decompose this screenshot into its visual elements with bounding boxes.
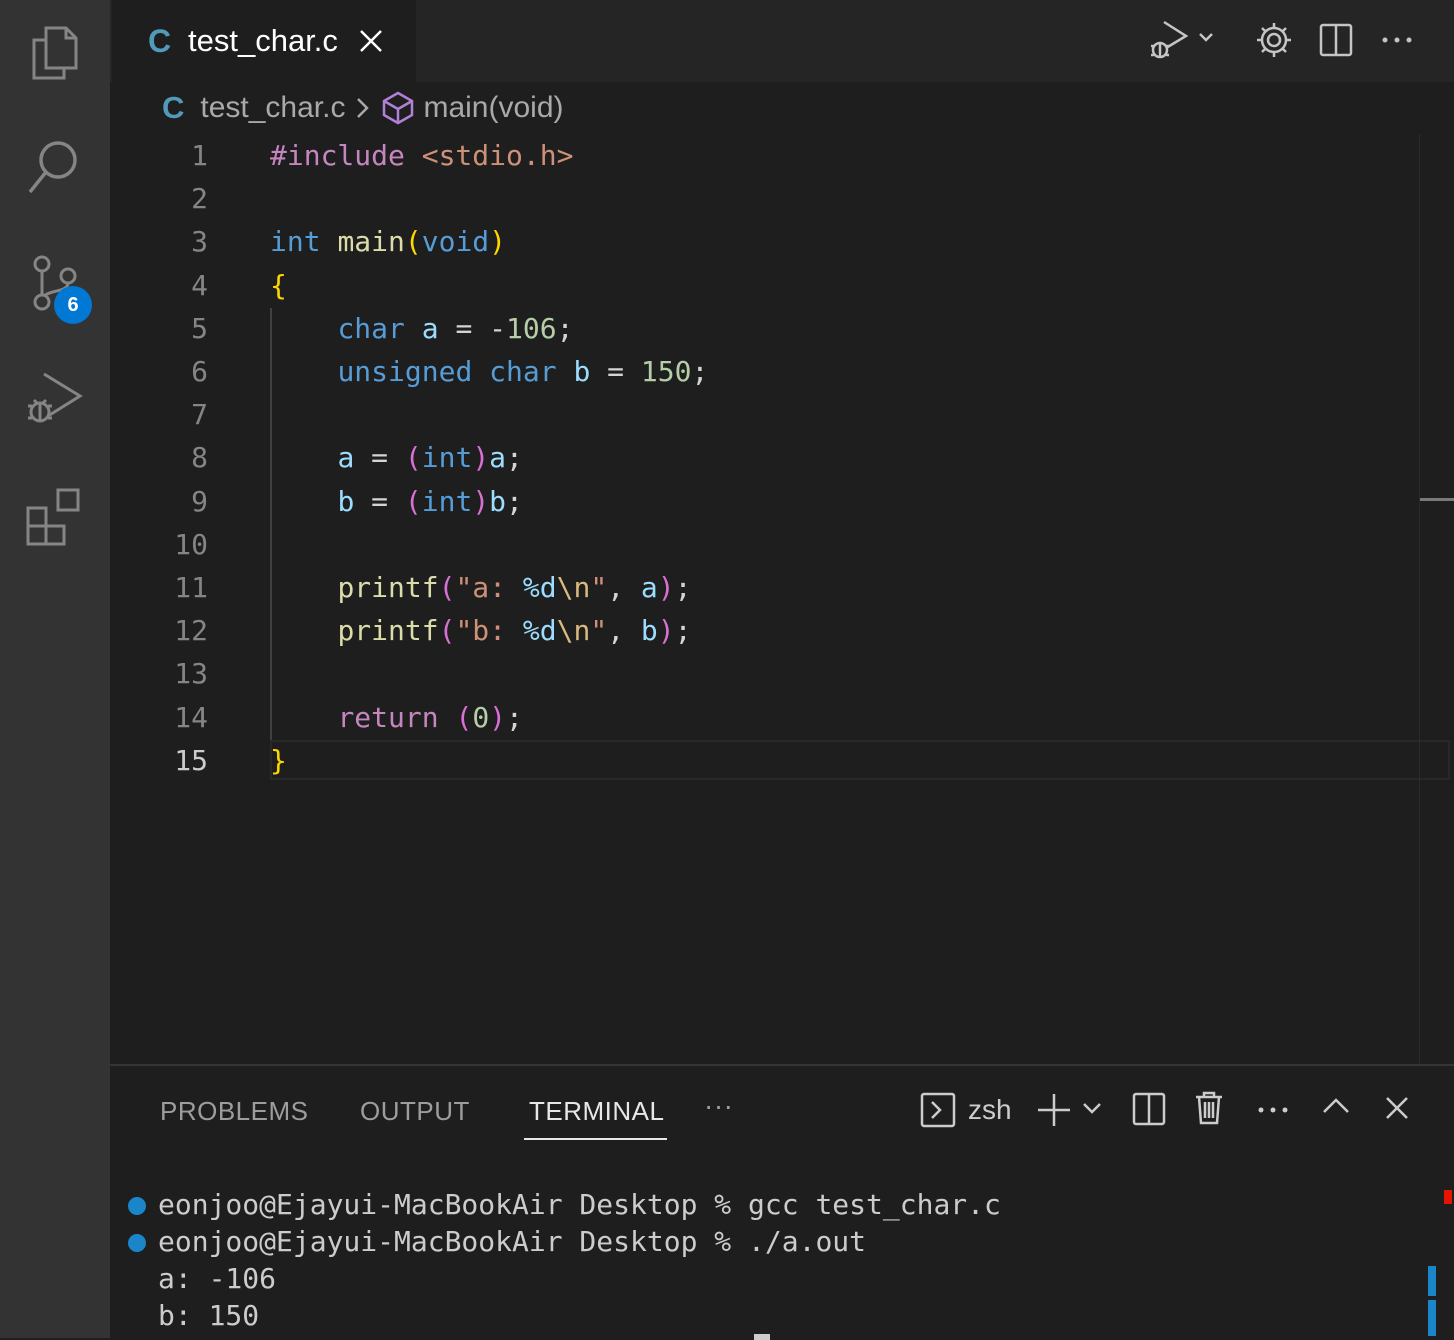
line-content: char a = -106;	[337, 312, 574, 345]
breadcrumb-file[interactable]: test_char.c	[200, 91, 345, 125]
code-line: 14 return (0);	[110, 696, 1420, 739]
terminal-line: eonjoo@Ejayui-MacBookAir Desktop % gcc t…	[128, 1188, 1001, 1225]
split-editor-icon[interactable]	[1318, 22, 1354, 58]
code-line: 9 b = (int)b;	[110, 480, 1420, 523]
tab-label: test_char.c	[188, 23, 338, 58]
code-line: 6 unsigned char b = 150;	[110, 350, 1420, 393]
c-file-icon: C	[148, 22, 172, 59]
code-line: 1 #include <stdio.h>	[110, 134, 1420, 177]
line-number: 5	[191, 312, 208, 345]
line-content: #include <stdio.h>	[270, 139, 574, 172]
line-content: a = (int)a;	[337, 441, 523, 474]
line-number: 4	[191, 269, 208, 302]
line-content: b = (int)b;	[337, 485, 523, 518]
code-line: 2	[110, 177, 1420, 220]
line-number: 15	[174, 744, 208, 777]
terminal-line-text: a: -106	[158, 1262, 277, 1295]
line-number: 6	[191, 355, 208, 388]
scroll-marker	[1420, 498, 1454, 501]
terminal-line: eonjoo@Ejayui-MacBookAir Desktop % ./a.o…	[128, 1225, 867, 1262]
close-icon[interactable]	[358, 28, 384, 54]
code-line: 12 printf("b: %d\n", b);	[110, 609, 1420, 652]
terminal-line-text: eonjoo@Ejayui-MacBookAir Desktop % gcc t…	[158, 1188, 1001, 1221]
activity-bar: 6	[0, 0, 110, 1338]
code-line: 11 printf("a: %d\n", a);	[110, 566, 1420, 609]
line-content: {	[270, 269, 287, 302]
scrollbar-marker	[1428, 1266, 1436, 1296]
terminal-line: b: 150	[158, 1299, 259, 1336]
terminal-shell-name[interactable]: zsh	[968, 1094, 1012, 1126]
c-file-icon: C	[162, 90, 185, 125]
code-line: 4{	[110, 264, 1420, 307]
scrollbar-error-marker	[1444, 1190, 1452, 1204]
line-number: 12	[174, 614, 208, 647]
chevron-right-icon	[353, 95, 373, 121]
terminal-line-text: eonjoo@Ejayui-MacBookAir Desktop % ./a.o…	[158, 1225, 867, 1258]
terminal-cursor	[754, 1334, 770, 1340]
line-number: 8	[191, 441, 208, 474]
breadcrumb: C test_char.c main(void)	[110, 82, 1454, 134]
line-number: 13	[174, 657, 208, 690]
command-decoration	[128, 1234, 146, 1252]
code-line: 13	[110, 652, 1420, 695]
terminal-icon	[920, 1092, 956, 1128]
tab-terminal[interactable]: TERMINAL	[529, 1096, 664, 1127]
search-icon[interactable]	[22, 134, 86, 198]
scrollbar-marker	[1428, 1300, 1436, 1336]
line-number: 7	[191, 398, 208, 431]
code-line: 5 char a = -106;	[110, 307, 1420, 350]
line-content: int main(void)	[270, 225, 507, 258]
line-number: 14	[174, 701, 208, 734]
close-panel-icon[interactable]	[1385, 1096, 1409, 1120]
line-number: 10	[174, 528, 208, 561]
tab-problems[interactable]: PROBLEMS	[160, 1096, 309, 1127]
terminal-line-text: b: 150	[158, 1299, 260, 1332]
line-number: 1	[191, 139, 208, 172]
extensions-icon[interactable]	[22, 484, 86, 548]
add-terminal-icon[interactable]	[1036, 1092, 1072, 1128]
symbol-method-icon	[383, 91, 414, 125]
code-editor[interactable]: 1 #include <stdio.h> 2 3 int main(void) 4{…	[110, 134, 1454, 1064]
code-line: 8 a = (int)a;	[110, 436, 1420, 479]
line-number: 9	[191, 485, 208, 518]
command-decoration	[128, 1197, 146, 1215]
more-actions-icon[interactable]	[1256, 1104, 1292, 1116]
editor-scrollbar[interactable]	[1419, 134, 1454, 1064]
split-terminal-icon[interactable]	[1132, 1092, 1166, 1126]
code-line: 15}	[110, 739, 1420, 782]
line-content: printf("b: %d\n", b);	[337, 614, 692, 647]
chevron-down-icon[interactable]	[1082, 1102, 1102, 1116]
bottom-panel: PROBLEMS OUTPUT TERMINAL ··· zsh eonjoo@…	[110, 1064, 1454, 1340]
line-number: 11	[174, 571, 208, 604]
trash-icon[interactable]	[1194, 1090, 1224, 1126]
more-actions-icon[interactable]	[1380, 34, 1416, 46]
terminal-line: a: -106	[158, 1262, 276, 1299]
line-content: unsigned char b = 150;	[337, 355, 709, 388]
line-content: return (0);	[337, 701, 523, 734]
run-debug-icon[interactable]	[1148, 18, 1220, 64]
breadcrumb-symbol[interactable]: main(void)	[423, 91, 563, 125]
code-line: 3 int main(void)	[110, 220, 1420, 263]
tab-bar: C test_char.c	[110, 0, 1454, 82]
tab-output[interactable]: OUTPUT	[360, 1096, 470, 1127]
source-control-badge: 6	[54, 286, 92, 324]
panel-more-button[interactable]: ···	[704, 1090, 733, 1122]
explorer-icon[interactable]	[22, 20, 86, 84]
gear-icon[interactable]	[1254, 20, 1294, 60]
code-line: 7	[110, 393, 1420, 436]
line-content: }	[270, 744, 287, 777]
line-number: 2	[191, 182, 208, 215]
line-content: printf("a: %d\n", a);	[337, 571, 692, 604]
line-number: 3	[191, 225, 208, 258]
run-debug-icon[interactable]	[22, 366, 86, 430]
tab-test-char[interactable]: C test_char.c	[112, 0, 416, 82]
code-line: 10	[110, 523, 1420, 566]
chevron-up-icon[interactable]	[1322, 1096, 1350, 1116]
active-tab-indicator	[524, 1138, 667, 1140]
